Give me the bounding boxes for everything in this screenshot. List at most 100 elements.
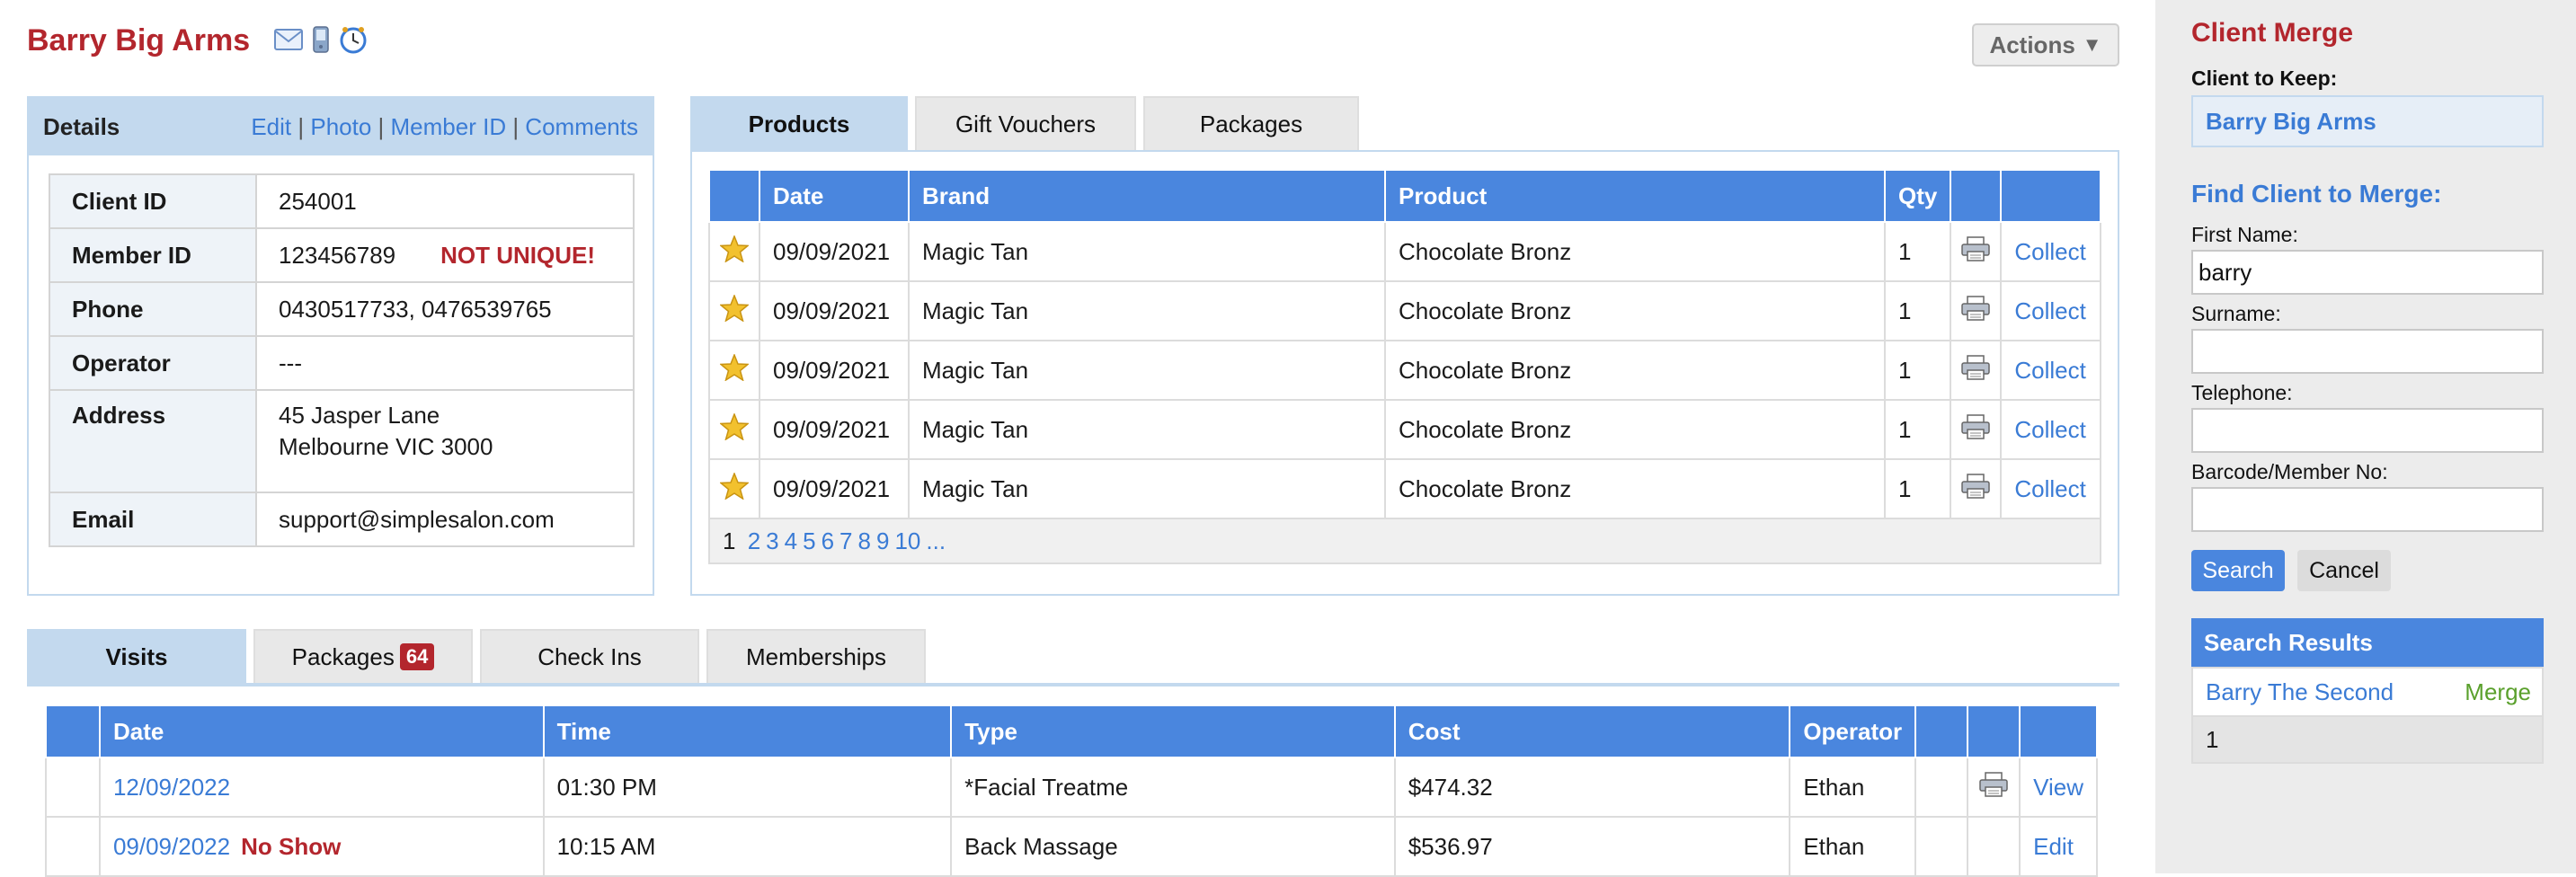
column-header-date[interactable]: Date [759, 169, 910, 223]
visit-type: *Facial Treatme [950, 757, 1396, 818]
visit-cost: $536.97 [1393, 816, 1791, 877]
column-header [1967, 704, 2021, 758]
search-button[interactable]: Search [2191, 550, 2285, 591]
product-name: Chocolate Bronz [1384, 221, 1886, 282]
tab-products[interactable]: Products [690, 96, 908, 150]
tab-check-ins[interactable]: Check Ins [480, 629, 699, 683]
page-link[interactable]: 2 [748, 527, 760, 554]
table-row: 12/09/2022 01:30 PM *Facial Treatme $474.32… [45, 757, 2098, 818]
collect-link[interactable]: Collect [2000, 399, 2101, 460]
collect-link-label[interactable]: Collect [2014, 416, 2085, 443]
product-qty: 1 [1883, 340, 1952, 401]
edit-link[interactable]: Edit [251, 113, 291, 140]
page-link[interactable]: 4 [785, 527, 797, 554]
printer-icon[interactable] [1950, 280, 2003, 341]
star-icon[interactable] [708, 340, 760, 401]
printer-icon[interactable] [1950, 458, 2003, 519]
tab-memberships[interactable]: Memberships [706, 629, 926, 683]
page-link[interactable]: 10 [894, 527, 920, 554]
visit-action-link[interactable]: Edit [2033, 833, 2074, 860]
star-icon[interactable] [708, 458, 760, 519]
search-result-name[interactable]: Barry The Second [2206, 678, 2394, 706]
photo-link[interactable]: Photo [310, 113, 371, 140]
collect-link[interactable]: Collect [2000, 221, 2101, 282]
product-name: Chocolate Bronz [1384, 280, 1886, 341]
page-link[interactable]: ... [926, 527, 946, 554]
page-link[interactable]: 9 [876, 527, 889, 554]
actions-button[interactable]: Actions ▼ [1972, 23, 2119, 66]
mobile-icon[interactable] [312, 26, 330, 53]
page-link[interactable]: 6 [822, 527, 834, 554]
barcode-label: Barcode/Member No: [2191, 460, 2388, 483]
first-name-input[interactable] [2191, 250, 2544, 295]
collect-link-label[interactable]: Collect [2014, 357, 2085, 384]
dropdown-arrow-icon: ▼ [2082, 33, 2102, 56]
row-spacer [45, 816, 101, 877]
collect-link-label[interactable]: Collect [2014, 297, 2085, 324]
column-header-date[interactable]: Date [98, 704, 545, 758]
cancel-button[interactable]: Cancel [2297, 550, 2391, 591]
telephone-input[interactable] [2191, 408, 2544, 453]
column-header-type[interactable]: Type [950, 704, 1396, 758]
collect-link[interactable]: Collect [2000, 340, 2101, 401]
printer-icon[interactable] [1967, 757, 2021, 818]
page-link[interactable]: 7 [839, 527, 852, 554]
member-id-link[interactable]: Member ID [391, 113, 507, 140]
no-show-flag: No Show [241, 832, 342, 860]
product-brand: Magic Tan [908, 458, 1386, 519]
visit-type: Back Massage [950, 816, 1396, 877]
visit-action-cell[interactable]: View [2019, 757, 2098, 818]
surname-input[interactable] [2191, 329, 2544, 374]
tab-visits[interactable]: Visits [27, 629, 246, 683]
visit-date-link[interactable]: 09/09/2022 [113, 833, 230, 860]
star-icon[interactable] [708, 399, 760, 460]
surname-label: Surname: [2191, 302, 2281, 325]
column-header [1950, 169, 2003, 223]
printer-icon[interactable] [1950, 340, 2003, 401]
visit-action-link[interactable]: View [2033, 774, 2083, 801]
collect-link[interactable]: Collect [2000, 280, 2101, 341]
clock-icon[interactable] [339, 25, 368, 54]
printer-icon[interactable] [1950, 221, 2003, 282]
collect-link-label[interactable]: Collect [2014, 238, 2085, 265]
barcode-input[interactable] [2191, 487, 2544, 532]
visit-date-link[interactable]: 12/09/2022 [113, 774, 230, 801]
product-qty: 1 [1883, 399, 1952, 460]
detail-row-operator: Operator --- [49, 335, 635, 391]
column-header-time[interactable]: Time [542, 704, 953, 758]
column-header-product[interactable]: Product [1384, 169, 1886, 223]
visit-action-cell[interactable]: Edit [2019, 816, 2098, 877]
column-header-operator[interactable]: Operator [1789, 704, 1917, 758]
product-date: 09/09/2021 [759, 340, 910, 401]
tab-gift-vouchers[interactable]: Gift Vouchers [915, 96, 1136, 150]
printer-icon[interactable] [1950, 399, 2003, 460]
star-icon[interactable] [708, 280, 760, 341]
star-icon[interactable] [708, 221, 760, 282]
tab-packages[interactable]: Packages 64 [253, 629, 473, 683]
collect-link-label[interactable]: Collect [2014, 475, 2085, 502]
email-value: support@simplesalon.com [255, 492, 635, 547]
visit-tabs: Visits Packages 64 Check Ins Memberships [27, 629, 926, 683]
page-link[interactable]: 8 [858, 527, 871, 554]
page-link[interactable]: 5 [803, 527, 815, 554]
client-merge-title: Client Merge [2191, 18, 2354, 48]
page-link[interactable]: 3 [766, 527, 778, 554]
packages-count-badge: 64 [399, 643, 435, 670]
table-row: 09/09/2021 Magic Tan Chocolate Bronz 1 Colle… [708, 399, 2101, 460]
column-header-cost[interactable]: Cost [1393, 704, 1791, 758]
column-header-brand[interactable]: Brand [908, 169, 1386, 223]
member-id-value: 123456789 [279, 241, 396, 269]
operator-value: --- [255, 335, 635, 391]
tab-packages[interactable]: Packages [1143, 96, 1359, 150]
product-date: 09/09/2021 [759, 280, 910, 341]
email-icon[interactable] [274, 28, 303, 51]
visits-table: Date Time Type Cost Operator 12/09/2022 0… [45, 704, 2098, 877]
merge-link[interactable]: Merge [2465, 678, 2531, 706]
printer-icon[interactable] [1967, 816, 2021, 877]
column-header-qty[interactable]: Qty [1883, 169, 1952, 223]
page-links: 2 3 4 5 6 7 8 9 10... [742, 527, 946, 554]
tab-packages-label: Packages [291, 642, 395, 670]
comments-link[interactable]: Comments [525, 113, 638, 140]
member-id-cell: 123456789 NOT UNIQUE! [255, 227, 635, 283]
collect-link[interactable]: Collect [2000, 458, 2101, 519]
